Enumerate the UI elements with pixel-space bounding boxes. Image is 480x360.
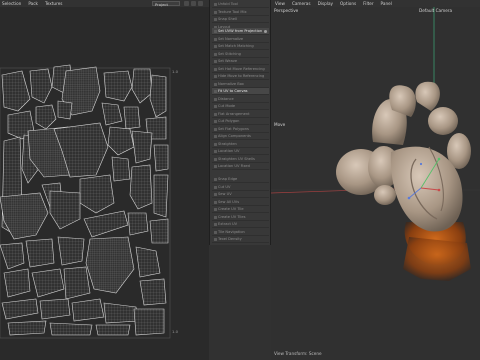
tool-match-matching[interactable]: Set Match Matching <box>212 43 269 51</box>
3d-viewport[interactable]: Perspective Default Camera Move View Tra… <box>271 7 480 360</box>
cut-icon <box>213 105 217 109</box>
camera-label[interactable]: Default Camera <box>419 8 452 13</box>
tool-normalize-box[interactable]: Normalize Box <box>212 81 269 88</box>
tool-hide-move[interactable]: Hide Move to Referencing <box>212 73 269 81</box>
polygon-icon <box>213 120 217 124</box>
texture-icon <box>213 10 217 14</box>
tool-set-normalize[interactable]: Set Normalize <box>212 36 269 43</box>
uv-editor[interactable]: 1.0 1.0 <box>0 7 209 360</box>
coral-model <box>336 81 471 281</box>
tool-location-fixed[interactable]: Location UV Fixed <box>212 163 269 171</box>
tool-cut-uv[interactable]: Cut UV <box>212 184 269 191</box>
snap-icon <box>213 18 217 22</box>
tool-create-tile[interactable]: Create UV Tile <box>212 206 269 214</box>
scissors-icon <box>213 185 217 189</box>
unfold-icon <box>213 3 217 7</box>
arrange-icon <box>213 112 217 116</box>
tiles-icon <box>213 215 217 219</box>
menu-textures[interactable]: Textures <box>45 1 63 6</box>
density-icon <box>213 238 217 242</box>
flat-icon <box>213 127 217 131</box>
location-icon <box>213 150 217 154</box>
menu-filter[interactable]: Filter <box>363 1 373 6</box>
menu-panel[interactable]: Panel <box>381 1 392 6</box>
match-icon <box>213 45 217 49</box>
tool-texel-density[interactable]: Texel Density <box>212 236 269 244</box>
tool-tile-navigation[interactable]: Tile Navigation <box>212 229 269 236</box>
uv-axis-top-label: 1.0 <box>172 69 179 74</box>
hide-icon <box>213 75 217 79</box>
tool-distance[interactable]: Distance <box>212 96 269 103</box>
tool-move-referencing[interactable]: Set Hot Move Referencing <box>212 66 269 73</box>
settings-icon[interactable] <box>198 1 203 6</box>
tool-weave[interactable]: Set Weave <box>212 58 269 66</box>
uv-axis-bottom-label: 1.0 <box>172 329 179 334</box>
viewport-menubar: View Cameras Display Options Filter Pane… <box>271 0 480 7</box>
tool-fit-uv-to-canvas[interactable]: Fit UV to Canvas <box>212 88 269 96</box>
tool-snap-edge[interactable]: Snap Edge <box>212 176 269 184</box>
box-icon <box>213 82 217 86</box>
align-icon <box>213 135 217 139</box>
tool-set-uvw-from-projection[interactable]: Set UVW from Projection <box>212 28 269 36</box>
menu-view[interactable]: View <box>275 1 285 6</box>
move-tool-label: Move <box>274 122 286 127</box>
edge-icon <box>213 178 217 182</box>
grid-toggle-icon[interactable] <box>191 1 196 6</box>
extract-icon <box>213 223 217 227</box>
uv-layout-canvas[interactable]: 1.0 1.0 <box>0 7 209 360</box>
pin-icon <box>213 165 217 169</box>
tool-stitching[interactable]: Set Stitching <box>212 51 269 58</box>
project-select[interactable]: Project <box>152 1 180 7</box>
uv-menubar: Selection Pack Textures Project <box>0 0 209 7</box>
tool-texture-mix[interactable]: Texture Tool Mix <box>212 9 269 16</box>
view-transform-label: View Transform: Scene <box>274 351 322 356</box>
straighten-icon <box>213 142 217 146</box>
sew-icon <box>213 193 217 197</box>
viewport-scene <box>271 7 480 281</box>
menu-cameras[interactable]: Cameras <box>292 1 311 6</box>
tool-snap-shell[interactable]: Snap Shell <box>212 16 269 24</box>
tool-straighten-shells[interactable]: Straighten UV Shells <box>212 156 269 163</box>
tool-cut-mode[interactable]: Cut Mode <box>212 103 269 111</box>
shells-icon <box>213 157 217 161</box>
navigate-icon <box>213 230 217 234</box>
tile-icon <box>213 208 217 212</box>
tool-flat-arrangement[interactable]: Flat Arrangement <box>212 111 269 118</box>
tool-sew-all[interactable]: Sew All UVs <box>212 199 269 206</box>
weave-icon <box>213 60 217 64</box>
normalize-icon <box>213 37 217 41</box>
distance-icon <box>213 97 217 101</box>
view-toggle-icon[interactable] <box>184 1 189 6</box>
perspective-label[interactable]: Perspective <box>274 8 298 13</box>
tools-empty-area <box>209 245 271 360</box>
menu-pack[interactable]: Pack <box>28 1 38 6</box>
stitch-icon <box>213 52 217 56</box>
menu-display[interactable]: Display <box>318 1 333 6</box>
move-icon <box>213 67 217 71</box>
tool-cut-polygon[interactable]: Cut Polygon <box>212 118 269 126</box>
tool-flat-polygons[interactable]: Set Flat Polygons <box>212 126 269 133</box>
menu-selection[interactable]: Selection <box>2 1 21 6</box>
uv-shells <box>0 64 169 336</box>
options-icon[interactable] <box>263 30 267 34</box>
tool-create-tiles[interactable]: Create UV Tiles <box>212 214 269 221</box>
tool-location-uv[interactable]: Location UV <box>212 148 269 156</box>
tool-sew-uv[interactable]: Sew UV <box>212 191 269 199</box>
tool-align-components[interactable]: Align Components <box>212 133 269 141</box>
menu-options[interactable]: Options <box>340 1 356 6</box>
tool-extract-uv[interactable]: Extract UV <box>212 221 269 229</box>
projection-icon <box>213 30 217 34</box>
sew-all-icon <box>213 200 217 204</box>
tool-straighten[interactable]: Straighten <box>212 141 269 148</box>
fit-icon <box>213 90 217 94</box>
tool-unfold[interactable]: Unfold Tool <box>212 1 269 9</box>
